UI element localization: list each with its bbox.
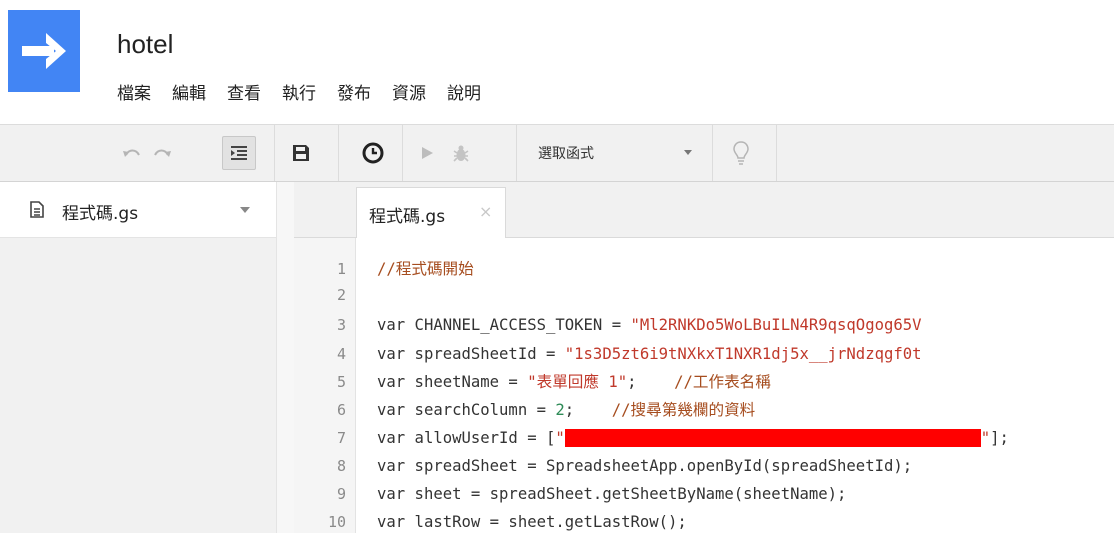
line-number: 10 xyxy=(327,513,346,531)
code-line: var sheet = spreadSheet.getSheetByName(s… xyxy=(377,483,846,505)
toolbar-divider xyxy=(402,125,403,181)
save-icon xyxy=(293,145,309,161)
run-icon xyxy=(422,147,433,159)
function-select-label: 選取函式 xyxy=(538,146,594,162)
code-line: var searchColumn = 2; //搜尋第幾欄的資料 xyxy=(377,399,755,421)
code-text: var sheetName = xyxy=(377,373,528,391)
document-icon xyxy=(30,201,44,218)
project-title[interactable]: hotel xyxy=(117,28,173,60)
run-button[interactable] xyxy=(412,125,442,181)
undo-icon xyxy=(123,149,140,157)
code-string: "Ml2RNKDo5WoLBuILN4R9qsqOgog65V xyxy=(630,316,922,334)
toolbar: 選取函式 xyxy=(0,124,1114,182)
code-string: " xyxy=(980,429,991,447)
line-number: 9 xyxy=(336,485,346,503)
menu-edit[interactable]: 編輯 xyxy=(172,80,206,108)
auto-indent-toggle[interactable] xyxy=(222,136,256,170)
line-number: 7 xyxy=(336,429,346,447)
chevron-down-icon[interactable] xyxy=(240,207,250,213)
file-panel: 程式碼.gs xyxy=(0,182,276,533)
tab-code-gs[interactable]: 程式碼.gs × xyxy=(356,187,506,239)
debug-button[interactable] xyxy=(446,125,476,181)
code-string: " xyxy=(555,429,565,447)
code-text: var searchColumn = xyxy=(377,401,556,419)
close-icon[interactable]: × xyxy=(479,202,492,222)
editor-tab-bar: 程式碼.gs × xyxy=(294,182,1114,239)
menu-run[interactable]: 執行 xyxy=(282,80,316,108)
lightbulb-icon xyxy=(733,141,749,165)
menu-help[interactable]: 說明 xyxy=(447,80,481,108)
menu-view[interactable]: 查看 xyxy=(227,80,261,108)
line-number: 2 xyxy=(336,286,346,304)
code-string: "1s3D5zt6i9tNXkxT1NXR1dj5x__jrNdzqgf0t xyxy=(564,345,922,363)
line-number: 8 xyxy=(336,457,346,475)
code-text: ; xyxy=(627,373,675,391)
toolbar-divider xyxy=(274,125,275,181)
indent-icon xyxy=(231,146,247,160)
trigger-clock-icon xyxy=(362,142,384,164)
code-line: var allowUserId = [" "]; xyxy=(377,427,1009,449)
toolbar-divider xyxy=(516,125,517,181)
panel-divider[interactable] xyxy=(276,182,294,533)
code-string: "表單回應 1" xyxy=(527,373,628,391)
code-text: var spreadSheet = SpreadsheetApp.openByI… xyxy=(377,457,913,475)
menu-bar: 檔案 編輯 查看 執行 發布 資源 說明 xyxy=(117,80,502,108)
line-number: 3 xyxy=(336,316,346,334)
line-number: 1 xyxy=(336,260,346,278)
menu-publish[interactable]: 發布 xyxy=(337,80,371,108)
menu-file[interactable]: 檔案 xyxy=(117,80,151,108)
file-name: 程式碼.gs xyxy=(62,204,139,224)
triggers-button[interactable] xyxy=(356,125,390,181)
code-editor[interactable]: 1 2 3 4 5 6 7 8 9 10 //程式碼開始 var CHANNEL… xyxy=(294,238,1114,533)
tab-label: 程式碼.gs xyxy=(369,207,446,227)
line-number-gutter: 1 2 3 4 5 6 7 8 9 10 xyxy=(294,238,356,533)
code-text: var lastRow = sheet.getLastRow(); xyxy=(377,513,687,531)
code-line: var lastRow = sheet.getLastRow(); xyxy=(377,511,687,533)
menu-resources[interactable]: 資源 xyxy=(392,80,426,108)
toolbar-divider xyxy=(338,125,339,181)
chevron-down-icon xyxy=(684,150,692,155)
code-text: var sheet = spreadSheet.getSheetByName(s… xyxy=(377,485,847,503)
function-select[interactable]: 選取函式 xyxy=(538,125,696,181)
toolbar-divider xyxy=(776,125,777,181)
undo-button[interactable] xyxy=(118,125,146,181)
line-number: 5 xyxy=(336,373,346,391)
file-item[interactable]: 程式碼.gs xyxy=(0,182,276,238)
redaction-bar xyxy=(564,428,981,447)
code-text: var allowUserId = [ xyxy=(377,429,556,447)
code-comment: //搜尋第幾欄的資料 xyxy=(611,401,756,419)
code-line: //程式碼開始 xyxy=(377,258,474,280)
line-number: 6 xyxy=(336,401,346,419)
code-number: 2 xyxy=(555,401,565,419)
code-comment: //工作表名稱 xyxy=(674,373,771,391)
execution-hint-button[interactable] xyxy=(726,125,756,181)
redo-icon xyxy=(154,149,171,157)
line-number: 4 xyxy=(336,345,346,363)
code-line: var sheetName = "表單回應 1"; //工作表名稱 xyxy=(377,371,771,393)
code-text: ]; xyxy=(990,429,1009,447)
save-button[interactable] xyxy=(284,125,318,181)
code-text: var spreadSheetId = xyxy=(377,345,565,363)
redo-button[interactable] xyxy=(148,125,176,181)
arrow-right-icon xyxy=(22,33,66,69)
code-text: ; xyxy=(564,401,612,419)
code-line: var CHANNEL_ACCESS_TOKEN = "Ml2RNKDo5WoL… xyxy=(377,314,922,336)
apps-script-logo[interactable] xyxy=(8,10,80,92)
debug-bug-icon xyxy=(453,145,469,162)
code-comment: //程式碼開始 xyxy=(377,260,474,278)
code-text: var CHANNEL_ACCESS_TOKEN = xyxy=(377,316,631,334)
code-line: var spreadSheetId = "1s3D5zt6i9tNXkxT1NX… xyxy=(377,343,922,365)
code-line: var spreadSheet = SpreadsheetApp.openByI… xyxy=(377,455,912,477)
toolbar-divider xyxy=(712,125,713,181)
